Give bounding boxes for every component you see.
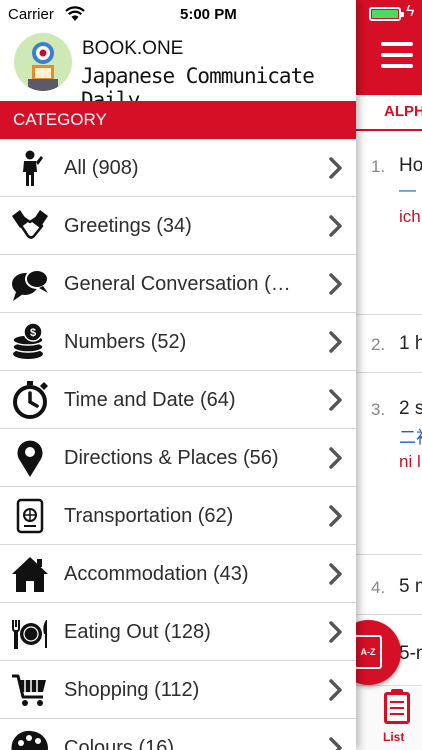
chevron-right-icon: [329, 331, 342, 353]
phrase-number: 4.: [371, 578, 386, 597]
category-label: Numbers (52): [64, 331, 187, 353]
category-item-all[interactable]: All (908): [0, 139, 356, 197]
phrase-japanese: —: [399, 180, 416, 199]
bottom-tab-bar: List: [355, 685, 422, 750]
app-logo: [14, 33, 72, 91]
category-header: CATEGORY: [0, 101, 356, 139]
plate-utensils-icon: [12, 620, 47, 649]
clock-icon: [13, 381, 48, 419]
category-list: All (908) Greetings (34) General Convers…: [0, 139, 356, 750]
phrase-japanese: 二初: [399, 428, 422, 447]
menu-button[interactable]: [381, 42, 413, 68]
divider: [355, 372, 422, 373]
phrase-romaji: ich: [399, 207, 421, 226]
category-item-transportation[interactable]: Transportation (62): [0, 487, 356, 545]
tab-list-label[interactable]: List: [383, 730, 404, 744]
wifi-icon: [65, 6, 85, 21]
divider: [355, 614, 422, 615]
category-label: All (908): [64, 157, 139, 179]
phrase-text[interactable]: Ho: [399, 155, 422, 177]
phrase-number: 1.: [371, 157, 386, 176]
category-label: Colours (16): [64, 737, 175, 750]
chevron-right-icon: [329, 273, 342, 295]
svg-text:$: $: [30, 327, 36, 339]
category-label: Accommodation (43): [64, 563, 249, 585]
battery-icon: [369, 7, 404, 21]
category-label: Directions & Places (56): [64, 447, 279, 469]
chevron-right-icon: [329, 447, 342, 469]
category-item-colours[interactable]: Colours (16): [0, 719, 356, 750]
app-name: BOOK.ONE: [82, 38, 184, 59]
category-item-greetings[interactable]: Greetings (34): [0, 197, 356, 255]
charging-bolt-icon: ϟ: [406, 3, 415, 20]
status-time: 5:00 PM: [180, 6, 237, 23]
category-header-label: CATEGORY: [13, 110, 107, 129]
category-item-time-and-date[interactable]: Time and Date (64): [0, 371, 356, 429]
category-item-numbers[interactable]: $ Numbers (52): [0, 313, 356, 371]
chevron-right-icon: [329, 679, 342, 701]
palette-icon: [11, 730, 48, 750]
divider: [355, 554, 422, 555]
main-navbar: ϟ: [355, 0, 422, 95]
phrase-text[interactable]: 5 m: [399, 576, 422, 598]
chevron-right-icon: [329, 505, 342, 527]
list-icon[interactable]: [384, 689, 410, 724]
category-drawer: Carrier 5:00 PM BOOK.ONE Japanese Commun…: [0, 0, 356, 750]
category-label: Eating Out (128): [64, 621, 211, 643]
carrier-label: Carrier: [8, 6, 54, 23]
chat-bubbles-icon: [12, 269, 49, 301]
chevron-right-icon: [329, 737, 342, 750]
chevron-right-icon: [329, 215, 342, 237]
map-pin-icon: [17, 440, 43, 477]
phrase-text[interactable]: 5-m: [399, 643, 422, 665]
coins-icon: $: [12, 322, 44, 359]
phrase-number: 3.: [371, 400, 386, 419]
status-bar: Carrier 5:00 PM: [0, 0, 356, 30]
handshake-icon: [12, 210, 48, 239]
chevron-right-icon: [329, 157, 342, 179]
phrase-romaji: ni l: [399, 452, 421, 471]
divider: [355, 314, 422, 315]
hamburger-icon: [381, 42, 413, 46]
category-item-eating-out[interactable]: Eating Out (128): [0, 603, 356, 661]
category-item-general-conversation[interactable]: General Conversation (…: [0, 255, 356, 313]
category-label: Greetings (34): [64, 215, 192, 237]
category-item-shopping[interactable]: Shopping (112): [0, 661, 356, 719]
cart-icon: [12, 674, 46, 706]
house-icon: [12, 557, 48, 592]
chevron-right-icon: [329, 389, 342, 411]
chevron-right-icon: [329, 563, 342, 585]
category-label: General Conversation (…: [64, 273, 291, 295]
phrase-text[interactable]: 1 h: [399, 333, 422, 355]
phrase-number: 2.: [371, 335, 386, 354]
passport-icon: [16, 498, 44, 534]
phrase-text[interactable]: 2 s: [399, 398, 422, 420]
chevron-right-icon: [329, 621, 342, 643]
category-label: Transportation (62): [64, 505, 234, 527]
category-label: Shopping (112): [64, 679, 200, 701]
fab-label: A-Z: [360, 647, 376, 657]
sort-tab-bar: ALPH: [355, 95, 422, 131]
category-label: Time and Date (64): [64, 389, 236, 411]
app-header: BOOK.ONE Japanese Communicate Daily: [0, 30, 356, 112]
person-icon: [23, 150, 43, 186]
dictionary-book-icon: A-Z: [354, 635, 382, 669]
tab-alphabetical[interactable]: ALPH: [384, 103, 422, 120]
category-item-accommodation[interactable]: Accommodation (43): [0, 545, 356, 603]
category-item-directions-places[interactable]: Directions & Places (56): [0, 429, 356, 487]
